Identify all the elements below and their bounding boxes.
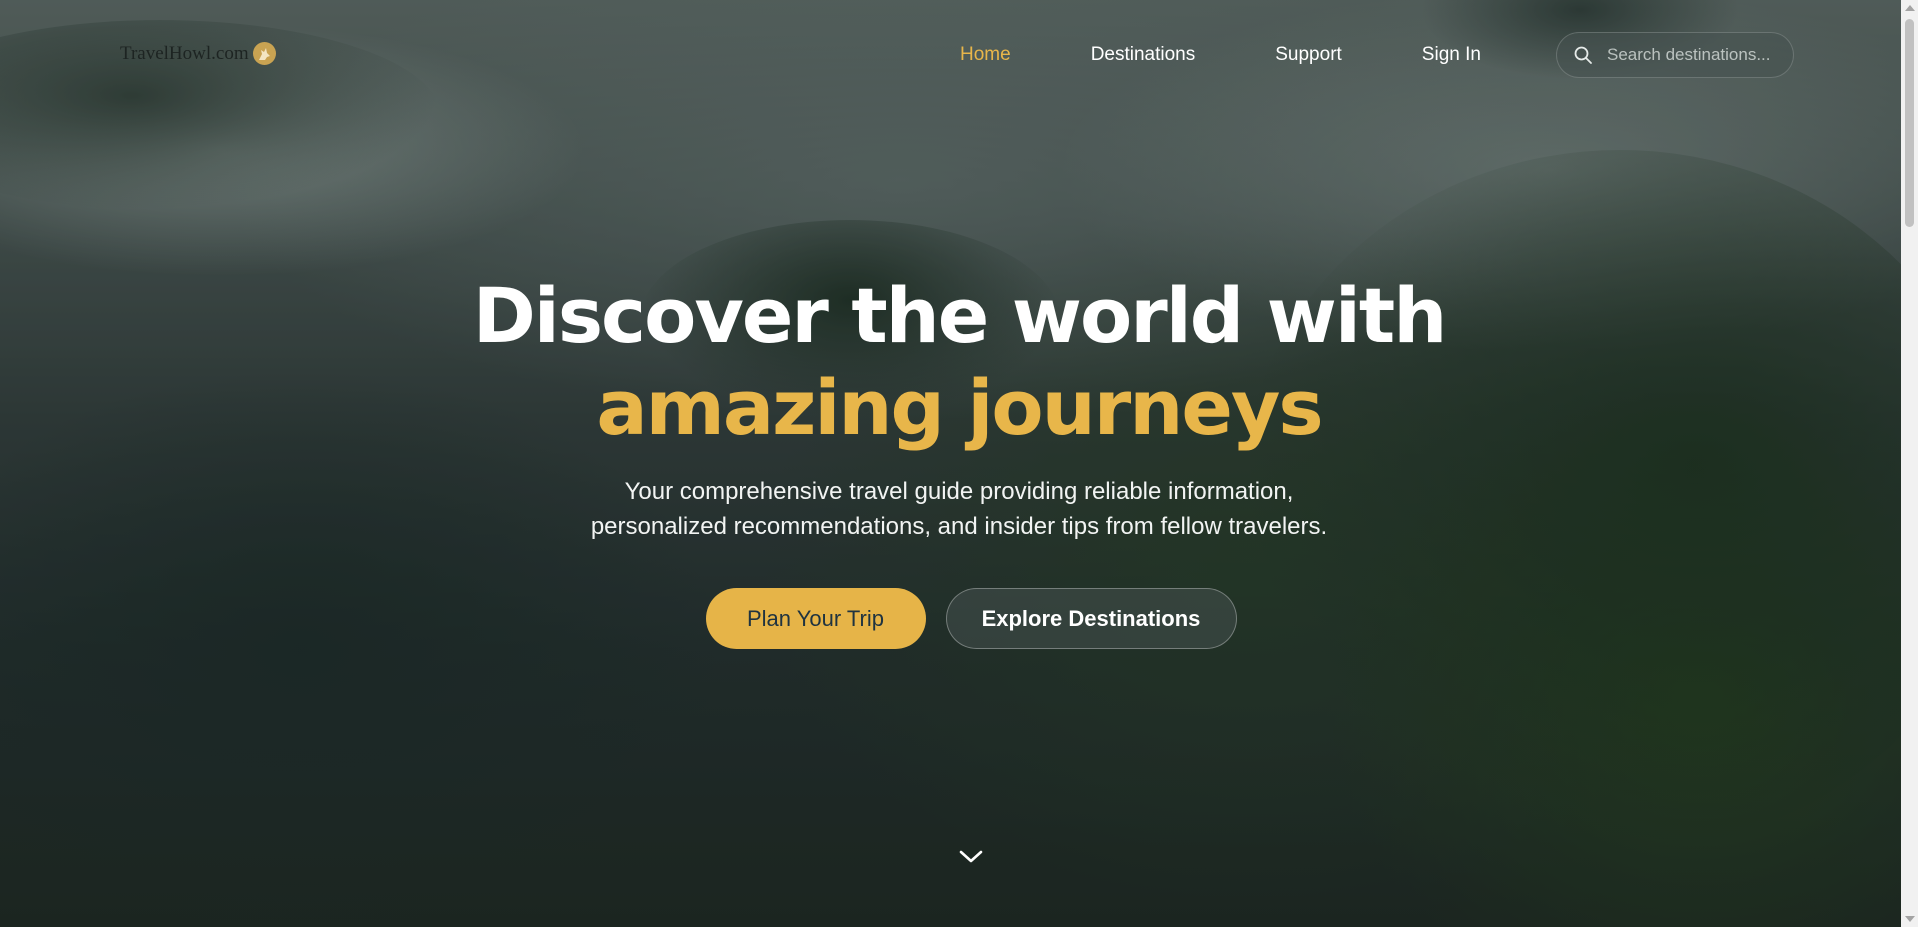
hero-actions: Plan Your Trip Explore Destinations bbox=[0, 588, 1918, 649]
brand-name: TravelHowl.com bbox=[120, 42, 249, 64]
brand-logo[interactable]: TravelHowl.com bbox=[120, 42, 276, 65]
hero-subtitle-line2: personalized recommendations, and inside… bbox=[590, 513, 1328, 540]
hero-title-highlight: amazing journeys bbox=[596, 363, 1323, 452]
chevron-down-icon bbox=[959, 850, 983, 863]
nav-sign-in[interactable]: Sign In bbox=[1422, 44, 1481, 66]
plan-trip-button[interactable]: Plan Your Trip bbox=[705, 588, 926, 649]
scroll-down-arrow-icon[interactable] bbox=[1905, 916, 1915, 922]
nav-support[interactable]: Support bbox=[1275, 44, 1342, 66]
hero-section: Discover the world with amazing journeys… bbox=[0, 270, 1918, 649]
search-input[interactable] bbox=[1605, 44, 1779, 66]
search-box[interactable] bbox=[1556, 32, 1794, 78]
hero-title: Discover the world with amazing journeys bbox=[0, 270, 1918, 454]
hero-title-line1: Discover the world with bbox=[472, 271, 1448, 360]
main-nav: Home Destinations Support Sign In bbox=[960, 44, 1481, 66]
scroll-up-arrow-icon[interactable] bbox=[1905, 5, 1915, 11]
nav-destinations[interactable]: Destinations bbox=[1091, 44, 1196, 66]
vertical-scrollbar[interactable] bbox=[1901, 0, 1918, 927]
nav-home[interactable]: Home bbox=[960, 44, 1011, 66]
hero-subtitle: Your comprehensive travel guide providin… bbox=[509, 474, 1409, 544]
hero-subtitle-line1: Your comprehensive travel guide providin… bbox=[624, 478, 1294, 505]
scrollbar-thumb[interactable] bbox=[1905, 19, 1914, 227]
explore-destinations-button[interactable]: Explore Destinations bbox=[945, 588, 1237, 649]
scroll-down-button[interactable] bbox=[958, 843, 984, 869]
search-icon bbox=[1574, 46, 1592, 64]
landing-page: TravelHowl.com Home Destinations Support… bbox=[0, 0, 1918, 927]
howling-wolf-icon bbox=[252, 42, 276, 65]
